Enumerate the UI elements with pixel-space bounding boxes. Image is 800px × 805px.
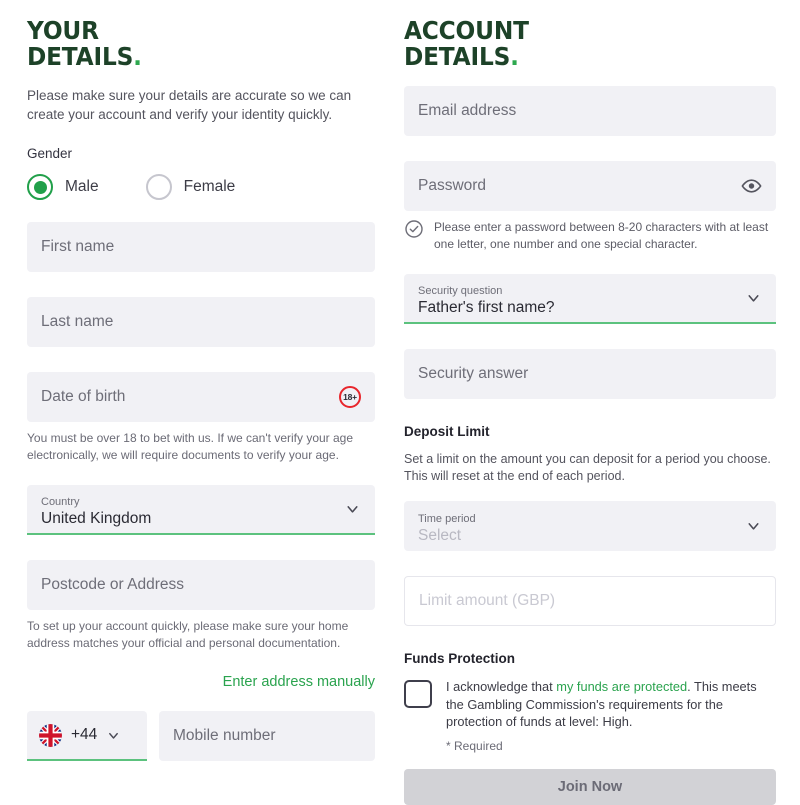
date-of-birth-input[interactable]: Date of birth 18+ bbox=[27, 372, 375, 422]
date-of-birth-placeholder: Date of birth bbox=[41, 388, 126, 405]
email-address-input[interactable]: Email address bbox=[404, 86, 776, 136]
uk-flag-icon bbox=[39, 723, 62, 747]
security-question-value: Father's first name? bbox=[418, 299, 555, 316]
gender-female-label: Female bbox=[183, 178, 236, 195]
security-answer-placeholder: Security answer bbox=[418, 365, 529, 382]
password-hint-row: Please enter a password between 8-20 cha… bbox=[404, 219, 776, 252]
gender-label: Gender bbox=[27, 146, 73, 161]
country-select[interactable]: Country United Kingdom bbox=[27, 485, 375, 535]
deposit-limit-title: Deposit Limit bbox=[404, 424, 490, 439]
radio-female-icon[interactable] bbox=[145, 174, 172, 200]
first-name-placeholder: First name bbox=[41, 238, 115, 255]
your-details-column: YOUR DETAILS. Please make sure your deta… bbox=[0, 18, 388, 803]
join-now-button[interactable]: Join Now bbox=[404, 768, 776, 805]
funds-protection-acknowledgement: I acknowledge that my funds are protecte… bbox=[404, 678, 776, 731]
country-code-select[interactable]: +44 bbox=[27, 711, 147, 761]
funds-protected-link[interactable]: my funds are protected bbox=[556, 679, 687, 694]
registration-form: YOUR DETAILS. Please make sure your deta… bbox=[0, 0, 800, 805]
first-name-input[interactable]: First name bbox=[27, 222, 375, 272]
security-question-select[interactable]: Security question Father's first name? bbox=[404, 274, 776, 324]
password-input[interactable]: Password bbox=[404, 161, 776, 211]
enter-address-manually-row: Enter address manually bbox=[27, 673, 375, 691]
required-note: * Required bbox=[446, 738, 503, 753]
time-period-select[interactable]: Time period Select bbox=[404, 501, 776, 551]
limit-amount-input[interactable]: Limit amount (GBP) bbox=[404, 576, 776, 626]
gender-male-label: Male bbox=[65, 178, 99, 195]
your-details-heading-line1: YOUR bbox=[27, 16, 99, 45]
address-helper: To set up your account quickly, please m… bbox=[27, 619, 349, 650]
postcode-placeholder: Postcode or Address bbox=[41, 576, 185, 593]
last-name-input[interactable]: Last name bbox=[27, 297, 375, 347]
security-answer-input[interactable]: Security answer bbox=[404, 349, 776, 399]
account-details-heading: ACCOUNT DETAILS. bbox=[404, 18, 750, 70]
phone-row: +44 Mobile number bbox=[27, 711, 375, 761]
email-address-placeholder: Email address bbox=[418, 102, 517, 119]
mobile-number-placeholder: Mobile number bbox=[173, 727, 276, 744]
funds-protection-text: I acknowledge that my funds are protecte… bbox=[446, 678, 776, 731]
your-details-heading-line2: DETAILS bbox=[27, 42, 134, 71]
gender-option-female[interactable]: Female bbox=[145, 174, 236, 200]
country-code-value: +44 bbox=[71, 726, 98, 743]
chevron-down-icon[interactable] bbox=[344, 501, 361, 518]
your-details-heading: YOUR DETAILS. bbox=[27, 18, 351, 70]
gender-option-male[interactable]: Male bbox=[27, 174, 99, 200]
chevron-down-icon[interactable] bbox=[106, 728, 121, 743]
ack-prefix: I acknowledge that bbox=[446, 679, 557, 694]
limit-amount-placeholder: Limit amount (GBP) bbox=[419, 592, 556, 609]
mobile-number-input[interactable]: Mobile number bbox=[159, 711, 375, 761]
time-period-value: Select bbox=[418, 527, 462, 544]
account-details-heading-line2: DETAILS bbox=[404, 42, 511, 71]
radio-male-dot bbox=[33, 180, 47, 194]
chevron-down-icon[interactable] bbox=[745, 518, 762, 535]
chevron-down-icon[interactable] bbox=[745, 290, 762, 307]
radio-male-icon[interactable] bbox=[27, 174, 53, 200]
deposit-limit-description: Set a limit on the amount you can deposi… bbox=[404, 452, 771, 483]
funds-protection-checkbox[interactable] bbox=[404, 680, 432, 708]
password-hint-text: Please enter a password between 8-20 cha… bbox=[434, 220, 769, 251]
account-details-heading-line1: ACCOUNT bbox=[404, 16, 529, 45]
your-details-intro: Please make sure your details are accura… bbox=[27, 88, 352, 122]
account-details-column: ACCOUNT DETAILS. Email address Password bbox=[388, 18, 800, 805]
heading-period: . bbox=[133, 42, 142, 71]
postcode-input[interactable]: Postcode or Address bbox=[27, 560, 375, 610]
date-of-birth-helper: You must be over 18 to bet with us. If w… bbox=[27, 431, 354, 462]
heading-period: . bbox=[510, 42, 519, 71]
funds-protection-title: Funds Protection bbox=[404, 651, 515, 666]
eye-icon[interactable] bbox=[741, 176, 762, 197]
country-value: United Kingdom bbox=[41, 510, 152, 527]
country-label: Country bbox=[41, 496, 80, 508]
last-name-placeholder: Last name bbox=[41, 313, 114, 330]
gender-radio-group: Male Female bbox=[27, 174, 375, 200]
enter-address-manually-link[interactable]: Enter address manually bbox=[223, 674, 375, 690]
password-placeholder: Password bbox=[418, 177, 487, 194]
check-circle-icon bbox=[404, 219, 424, 239]
security-question-label: Security question bbox=[418, 285, 503, 297]
time-period-label: Time period bbox=[418, 513, 476, 525]
age-18-plus-icon: 18+ bbox=[339, 386, 361, 408]
